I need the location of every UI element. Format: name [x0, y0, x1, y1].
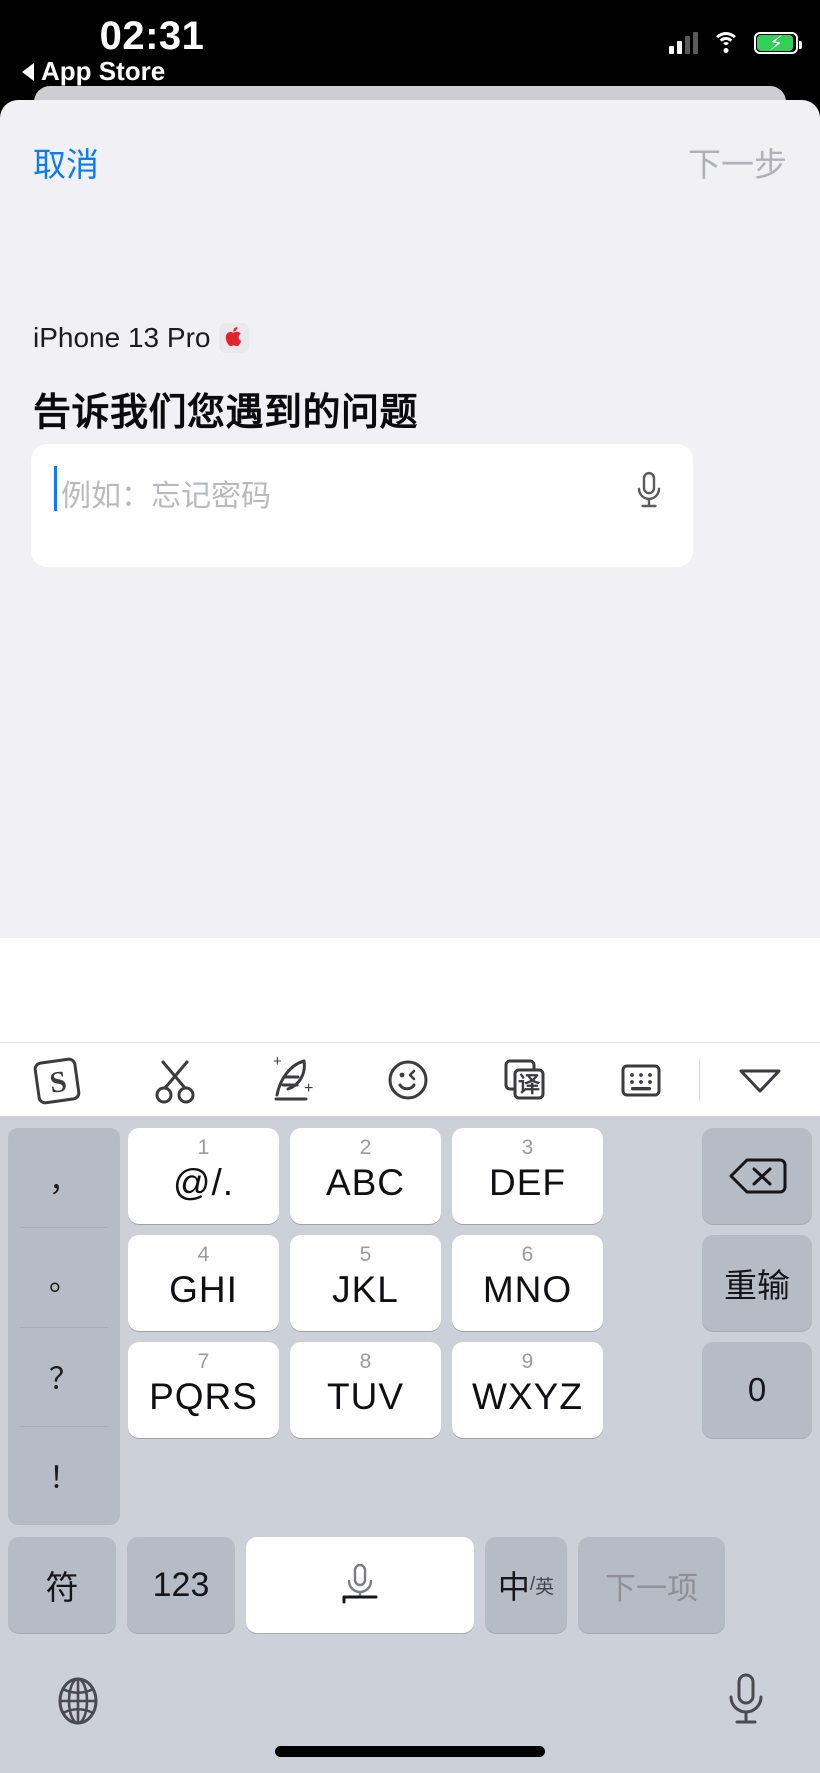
- back-to-app-store-button[interactable]: App Store: [22, 56, 165, 87]
- key-number: 7: [197, 1350, 210, 1373]
- punct-key-exclamation[interactable]: ！: [8, 1425, 120, 1525]
- language-toggle-key[interactable]: 中 / 英: [485, 1537, 567, 1633]
- scissors-icon[interactable]: [117, 1043, 234, 1117]
- device-row: iPhone 13 Pro: [33, 322, 250, 354]
- status-bar-indicators: ⚡: [669, 32, 802, 54]
- chevron-down-icon[interactable]: [700, 1043, 820, 1117]
- globe-icon[interactable]: [52, 1675, 104, 1727]
- keypad-right-column: 重输 0: [702, 1128, 812, 1449]
- backspace-delete-icon[interactable]: [702, 1128, 812, 1224]
- text-caret: [54, 466, 57, 511]
- triangle-left-icon: [22, 62, 34, 81]
- page-title: 告诉我们您遇到的问题: [33, 392, 419, 434]
- issue-description-input[interactable]: 例如：忘记密码: [31, 444, 693, 567]
- key-number: 1: [197, 1136, 210, 1159]
- back-label: App Store: [41, 56, 166, 86]
- key-number: 4: [197, 1243, 210, 1266]
- key-1[interactable]: 1 @/.: [128, 1128, 279, 1224]
- key-5[interactable]: 5 JKL: [290, 1235, 441, 1331]
- key-3[interactable]: 3 DEF: [452, 1128, 603, 1224]
- key-7[interactable]: 7 PQRS: [128, 1342, 279, 1438]
- key-letters: WXYZ: [472, 1376, 583, 1417]
- keyboard-icon[interactable]: [583, 1043, 700, 1117]
- keypad-row: 7 PQRS 8 TUV 9 WXYZ: [128, 1342, 686, 1438]
- key-letters: MNO: [482, 1269, 573, 1310]
- keyboard-toolbar: S + + 译: [0, 1042, 820, 1116]
- cellular-bars-icon: [669, 32, 698, 54]
- punct-key-period[interactable]: 。: [8, 1227, 120, 1326]
- key-9[interactable]: 9 WXYZ: [452, 1342, 603, 1438]
- key-letters: TUV: [327, 1376, 404, 1417]
- next-item-key[interactable]: 下一项: [578, 1537, 725, 1633]
- keypad-bottom-row: 符 123 中 / 英 下一项: [8, 1537, 812, 1633]
- digit-key-grid: 1 @/. 2 ABC 3 DEF 4 GHI 5 JKL 6 MNO 7 PQ…: [128, 1128, 686, 1449]
- key-letters: ABC: [325, 1162, 406, 1203]
- keyboard-top-spacer: [0, 938, 820, 1042]
- symbols-key[interactable]: 符: [8, 1537, 116, 1633]
- keypad: ， 。 ？ ！ 1 @/. 2 ABC 3 DEF 4 GHI 5 JKL 6 …: [0, 1116, 820, 1657]
- home-indicator[interactable]: [275, 1746, 545, 1757]
- punct-key-comma[interactable]: ，: [8, 1128, 120, 1227]
- key-2[interactable]: 2 ABC: [290, 1128, 441, 1224]
- svg-text:+: +: [273, 1053, 282, 1070]
- microphone-icon[interactable]: [724, 1671, 768, 1729]
- key-number: 6: [521, 1243, 534, 1266]
- key-number: 8: [359, 1350, 372, 1373]
- keypad-row: 1 @/. 2 ABC 3 DEF: [128, 1128, 686, 1224]
- key-number: 3: [521, 1136, 534, 1159]
- input-placeholder: 例如：忘记密码: [61, 480, 271, 513]
- support-request-sheet: 取消 下一步 iPhone 13 Pro 告诉我们您遇到的问题 例如：忘记密码: [0, 100, 820, 938]
- key-letters: DEF: [489, 1162, 566, 1203]
- apple-logo-icon: [219, 323, 250, 353]
- lang-cn-label: 中: [497, 1569, 530, 1605]
- key-8[interactable]: 8 TUV: [290, 1342, 441, 1438]
- microphone-icon: [342, 1563, 378, 1604]
- key-6[interactable]: 6 MNO: [452, 1235, 603, 1331]
- svg-text:+: +: [304, 1080, 313, 1097]
- space-key[interactable]: [246, 1537, 474, 1633]
- punctuation-column: ， 。 ？ ！: [8, 1128, 120, 1525]
- svg-text:译: 译: [518, 1072, 541, 1097]
- sheet-navigation-bar: 取消 下一步: [0, 100, 820, 210]
- wifi-icon: [712, 32, 740, 54]
- key-letters: @/.: [172, 1162, 235, 1203]
- key-letters: GHI: [169, 1269, 238, 1310]
- status-bar: 02:31 App Store ⚡: [0, 0, 820, 96]
- key-letters: JKL: [332, 1269, 399, 1310]
- next-step-button[interactable]: 下一步: [688, 138, 787, 186]
- svg-text:S: S: [48, 1064, 69, 1099]
- punct-key-question[interactable]: ？: [8, 1326, 120, 1426]
- battery-charging-icon: ⚡: [754, 32, 802, 54]
- device-name-label: iPhone 13 Pro: [33, 322, 211, 353]
- key-number: 9: [521, 1350, 534, 1373]
- key-number: 5: [359, 1243, 372, 1266]
- key-4[interactable]: 4 GHI: [128, 1235, 279, 1331]
- key-number: 2: [359, 1136, 372, 1159]
- keypad-row: 4 GHI 5 JKL 6 MNO: [128, 1235, 686, 1331]
- key-letters: PQRS: [149, 1376, 258, 1417]
- microphone-icon[interactable]: [631, 471, 667, 511]
- phone-screen: 02:31 App Store ⚡ 取消 下一步 iPhone 13 Pro 告…: [0, 0, 820, 1773]
- cancel-button[interactable]: 取消: [33, 138, 99, 186]
- emoji-smiley-icon[interactable]: [350, 1043, 467, 1117]
- numbers-key[interactable]: 123: [127, 1537, 235, 1633]
- keyboard-system-row: [0, 1657, 820, 1773]
- sogou-logo-icon[interactable]: S: [0, 1043, 117, 1117]
- handwriting-feather-icon[interactable]: + +: [233, 1043, 350, 1117]
- redo-input-key[interactable]: 重输: [702, 1235, 812, 1331]
- status-bar-time: 02:31: [99, 14, 205, 58]
- lang-en-label: 英: [535, 1576, 555, 1598]
- translate-icon[interactable]: 译: [466, 1043, 583, 1117]
- apple-logo-glyph: [225, 327, 242, 347]
- key-0[interactable]: 0: [702, 1342, 812, 1438]
